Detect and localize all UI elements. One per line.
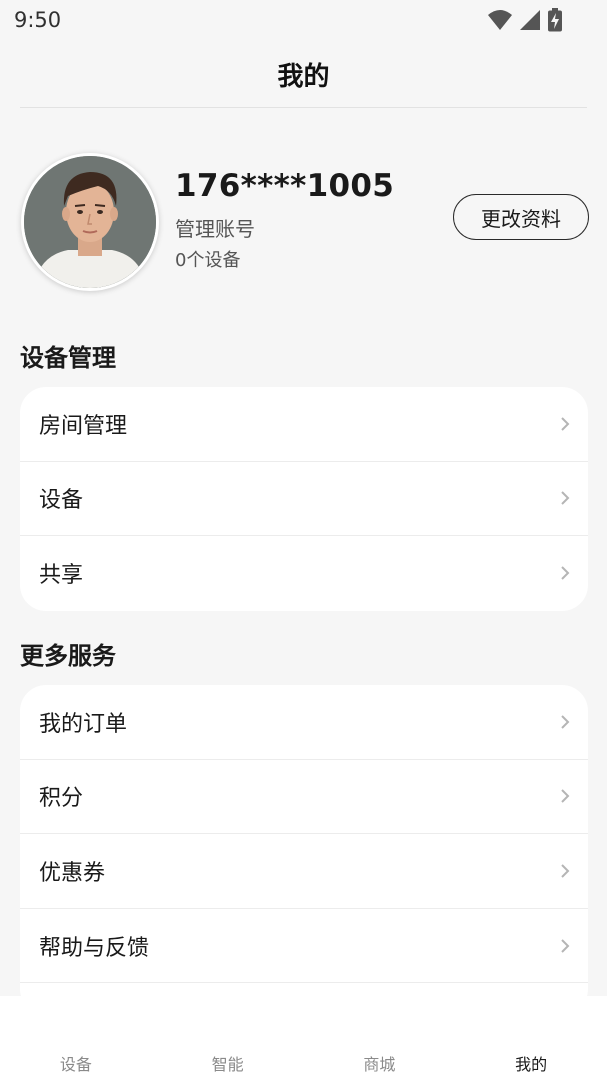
device-management-card: 房间管理 设备 共享	[20, 387, 588, 611]
chevron-right-icon	[561, 417, 570, 431]
tab-smart[interactable]: 智能	[152, 996, 304, 1080]
chevron-right-icon	[561, 491, 570, 506]
page-title: 我的	[277, 62, 330, 92]
list-item-label: 共享	[39, 563, 84, 589]
list-item-label: 房间管理	[39, 413, 128, 439]
more-services-title: 更多服务	[20, 642, 116, 670]
device-count: 0个设备	[175, 250, 241, 271]
list-item-label: 设备	[39, 488, 84, 514]
list-item-coupons[interactable]: 优惠券	[20, 834, 588, 909]
header-divider	[20, 107, 587, 108]
tab-mine[interactable]: 我的	[455, 996, 607, 1080]
more-services-card: 我的订单 积分 优惠券 帮助与反馈	[20, 685, 588, 1015]
list-item-my-orders[interactable]: 我的订单	[20, 685, 588, 760]
chevron-right-icon	[561, 566, 570, 581]
header: 我的	[0, 42, 607, 108]
account-phone: 176****1005	[175, 168, 395, 204]
wifi-icon	[488, 10, 512, 30]
tab-devices[interactable]: 设备	[0, 996, 152, 1080]
list-item-label: 我的订单	[39, 711, 128, 737]
list-item-help-feedback[interactable]: 帮助与反馈	[20, 909, 588, 984]
status-bar: 9:50	[0, 0, 607, 42]
account-role: 管理账号	[175, 217, 255, 241]
battery-charging-icon	[548, 8, 562, 32]
bottom-nav: 设备 智能 商城 我的	[0, 996, 607, 1080]
status-icons	[487, 8, 563, 32]
tab-mall[interactable]: 商城	[304, 996, 456, 1080]
signal-icon	[520, 10, 540, 30]
edit-profile-button[interactable]: 更改资料	[453, 194, 589, 240]
list-item-sharing[interactable]: 共享	[20, 536, 588, 611]
list-item-room-management[interactable]: 房间管理	[20, 387, 588, 462]
avatar-image	[24, 156, 156, 288]
list-item-label: 优惠券	[39, 860, 106, 886]
chevron-right-icon	[561, 789, 570, 804]
list-item-label: 积分	[39, 786, 84, 812]
list-item-points[interactable]: 积分	[20, 760, 588, 835]
status-time: 9:50	[14, 8, 62, 32]
list-item-devices[interactable]: 设备	[20, 462, 588, 537]
profile-section: 176****1005 管理账号 0个设备 更改资料	[0, 150, 607, 291]
chevron-right-icon	[561, 864, 570, 878]
device-management-title: 设备管理	[20, 344, 116, 372]
list-item-label: 帮助与反馈	[39, 935, 150, 961]
avatar[interactable]	[21, 153, 159, 291]
chevron-right-icon	[561, 938, 570, 953]
chevron-right-icon	[561, 715, 570, 729]
